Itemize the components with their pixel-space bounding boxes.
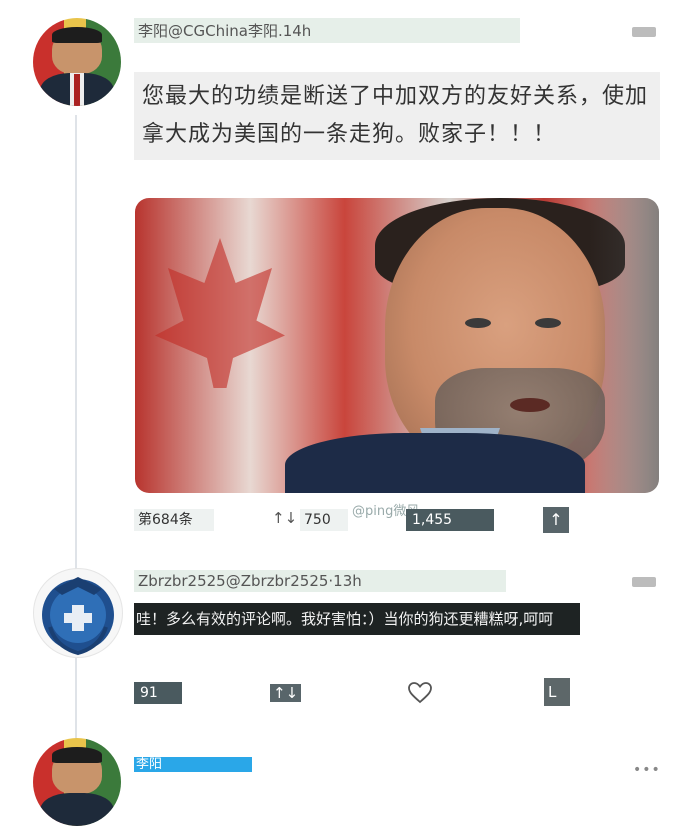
more-icon[interactable] <box>632 27 656 37</box>
photo-blur <box>589 198 659 493</box>
maple-leaf <box>155 238 285 388</box>
vote-count: 750 <box>300 509 348 531</box>
photo-mouth <box>510 398 550 412</box>
avatar-emblem[interactable] <box>33 568 123 658</box>
next-post-name[interactable]: 李阳 <box>134 757 252 772</box>
share-icon[interactable]: L <box>544 678 570 706</box>
reply-header[interactable]: Zbrzbr2525@Zbrzbr2525·13h <box>134 570 506 592</box>
avatar[interactable] <box>33 738 121 826</box>
up-down-arrows-icon[interactable]: ↑↓ <box>272 509 297 527</box>
reply-count: 91 <box>134 682 182 704</box>
photo-eye <box>535 318 561 328</box>
emblem-icon <box>42 577 114 656</box>
avatar-tie <box>74 74 80 106</box>
photo-eye <box>465 318 491 328</box>
post-photo[interactable] <box>135 198 659 493</box>
post-header[interactable]: 李阳@CGChina李阳.14h <box>134 18 520 43</box>
more-icon[interactable] <box>632 577 656 587</box>
up-down-arrows-icon[interactable]: ↑↓ <box>270 684 302 702</box>
avatar-hair <box>52 26 102 43</box>
reply-text: 哇！多么有效的评论啊。我好害怕：）当你的狗还更糟糕呀,呵呵 <box>134 603 580 635</box>
thread-line <box>75 115 77 765</box>
avatar-suit <box>40 792 114 826</box>
more-icon[interactable]: ••• <box>633 762 661 778</box>
avatar[interactable] <box>33 18 121 106</box>
share-up-icon[interactable]: ↑ <box>543 507 569 533</box>
like-count[interactable]: 1,455 <box>406 509 494 531</box>
count-label: 第684条 <box>134 509 214 531</box>
avatar-hair <box>52 746 102 763</box>
photo-jacket <box>285 433 585 493</box>
heart-icon[interactable] <box>407 681 433 705</box>
post-text: 您最大的功绩是断送了中加双方的友好关系，使加拿大成为美国的一条走狗。败家子！！！ <box>134 72 660 160</box>
